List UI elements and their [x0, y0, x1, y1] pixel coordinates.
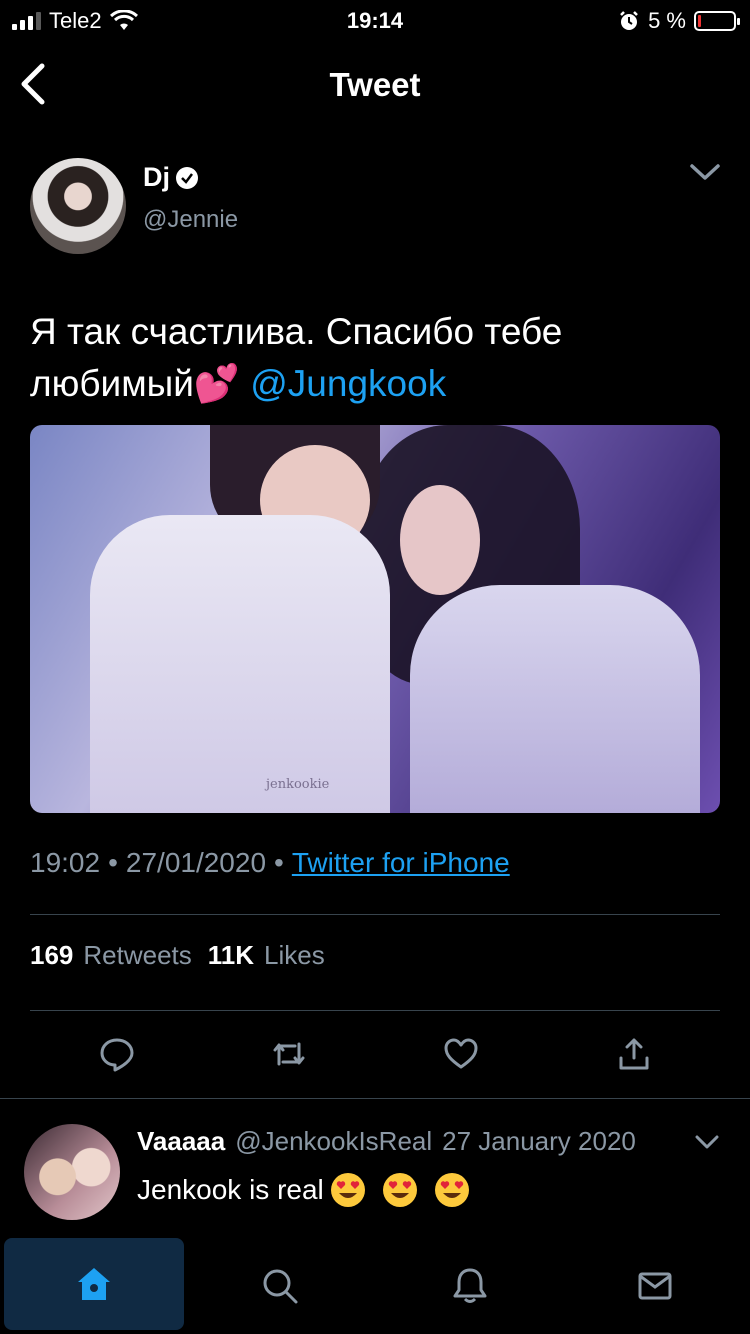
retweet-icon[interactable] [271, 1036, 307, 1072]
verified-icon [176, 166, 198, 189]
reply-name[interactable]: Vaaaaa [137, 1126, 225, 1157]
tab-bar [0, 1238, 750, 1334]
image-face-2 [400, 485, 480, 595]
tweet-text: Я так счастлива. Спасибо тебе любимый💕 @… [30, 306, 720, 410]
retweets-count[interactable]: 169 [30, 940, 73, 971]
tweet-date: 27/01/2020 [125, 847, 267, 878]
likes-label[interactable]: Likes [264, 940, 325, 971]
tweet-stats: 169 Retweets 11K Likes [30, 940, 331, 971]
heart-eyes-emoji-icon [330, 1173, 365, 1207]
tweet-meta: 19:02 • 27/01/2020 • Twitter for iPhone [30, 847, 510, 879]
author-handle[interactable]: @Jennie [143, 206, 238, 234]
tab-messages[interactable] [565, 1238, 745, 1334]
tab-home[interactable] [4, 1238, 184, 1330]
retweets-label[interactable]: Retweets [83, 940, 191, 971]
reply-handle[interactable]: @JenkookIsReal [235, 1126, 432, 1157]
reply-avatar[interactable] [24, 1124, 120, 1220]
tweet-time: 19:02 [30, 847, 101, 878]
tab-notifications[interactable] [380, 1238, 560, 1334]
tweet-actions [0, 1030, 750, 1080]
heart-eyes-emoji-icon [434, 1173, 469, 1207]
tweet-source-link[interactable]: Twitter for iPhone [292, 847, 510, 879]
author-name-row[interactable]: Dj [143, 162, 198, 193]
battery-icon [694, 11, 740, 31]
image-watermark: jenkookie [266, 777, 330, 792]
likes-count[interactable]: 11K [208, 940, 254, 971]
image-figure-right [410, 585, 700, 813]
divider [0, 1098, 750, 1099]
chevron-down-icon[interactable] [694, 1133, 720, 1151]
tab-search[interactable] [190, 1238, 370, 1334]
mail-icon [638, 1272, 672, 1300]
divider [30, 914, 720, 915]
alarm-icon [620, 11, 638, 30]
reply-text: Jenkook is real [137, 1174, 324, 1205]
battery-percent: 5 % [648, 8, 686, 33]
author-avatar[interactable] [30, 158, 126, 254]
image-figure-left [90, 515, 390, 813]
author-name[interactable]: Dj [143, 162, 170, 193]
nav-bar: Tweet [0, 44, 750, 124]
heart-icon[interactable] [443, 1036, 479, 1072]
tweet-image[interactable]: jenkookie [30, 425, 720, 813]
meta-separator: • [274, 847, 284, 878]
reply-header: Vaaaaa @JenkookIsReal 27 January 2020 [137, 1126, 636, 1157]
status-right: 5 % [618, 8, 740, 34]
page-title: Tweet [329, 66, 421, 103]
chevron-down-icon[interactable] [688, 160, 722, 184]
search-icon [263, 1269, 298, 1304]
divider [30, 1010, 720, 1011]
status-bar: Tele2 19:14 5 % [0, 0, 750, 40]
mention-link[interactable]: @Jungkook [250, 363, 446, 404]
reply-text-row: Jenkook is real [137, 1172, 470, 1208]
bell-icon [453, 1268, 487, 1303]
reply-date: 27 January 2020 [442, 1126, 636, 1156]
home-icon [78, 1268, 110, 1300]
share-icon[interactable] [616, 1036, 652, 1072]
heart-eyes-emoji-icon [382, 1173, 417, 1207]
comment-icon[interactable] [99, 1036, 135, 1072]
meta-separator: • [108, 847, 118, 878]
